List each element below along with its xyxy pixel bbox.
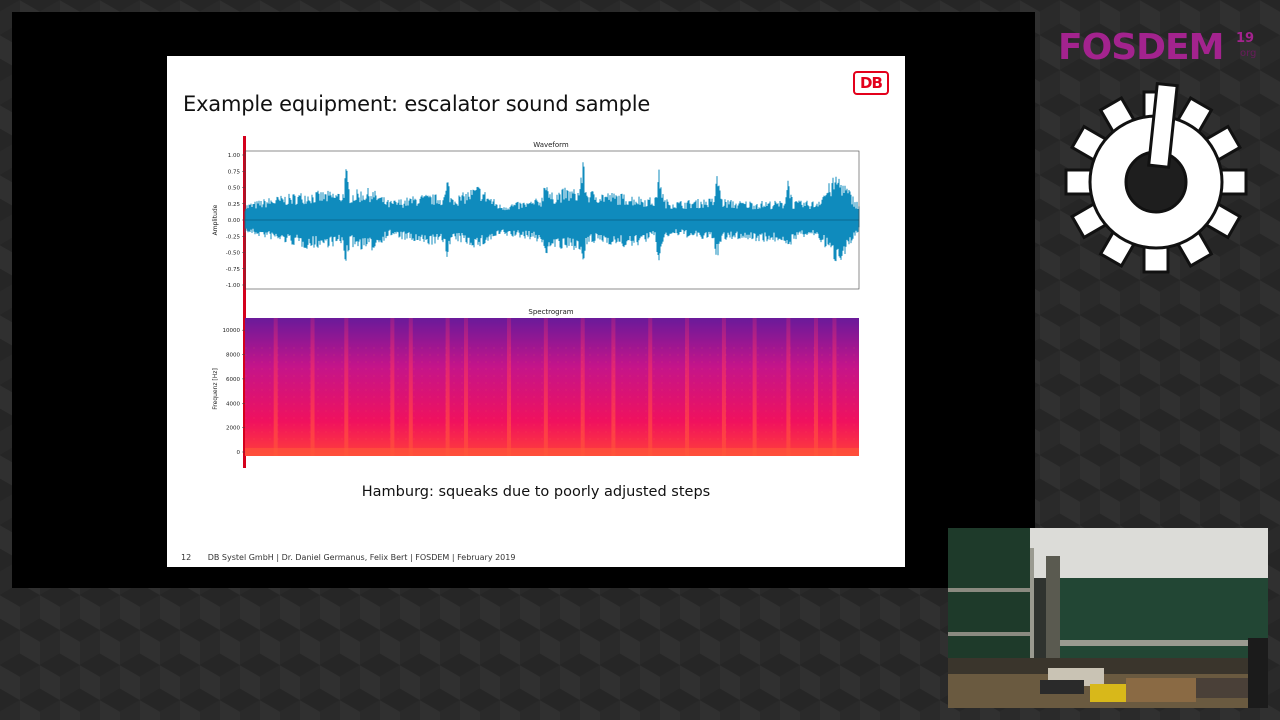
- spectrogram-streak: [611, 318, 616, 456]
- spectrogram-background: [245, 318, 859, 456]
- spectrogram-title: Spectrogram: [528, 308, 573, 316]
- fosdem-logo-text: FOSDEM: [1058, 27, 1224, 68]
- slide-footer-text: DB Systel GmbH | Dr. Daniel Germanus, Fe…: [207, 553, 516, 562]
- spectrogram-tick-label: 8000: [226, 353, 240, 359]
- spectrogram-streak: [310, 318, 315, 456]
- waveform-tick-label: 0.00: [228, 218, 241, 224]
- spectrogram-streak: [580, 318, 585, 456]
- fosdem-logo-tld: org: [1240, 48, 1257, 59]
- waveform-series: [244, 162, 860, 262]
- spectrogram-tick-label: 2000: [226, 426, 240, 432]
- spectrogram-streak: [832, 318, 837, 456]
- waveform-tick-label: -0.50: [226, 251, 241, 257]
- spectrogram-tick-label: 6000: [226, 377, 240, 383]
- spectrogram-streak: [344, 318, 349, 456]
- slide-footer: 12 DB Systel GmbH | Dr. Daniel Germanus,…: [181, 553, 515, 562]
- spectrogram-streak: [752, 318, 757, 456]
- presentation-slide: Example equipment: escalator sound sampl…: [167, 56, 905, 567]
- spectrogram-y-ticks: 0 2000 4000 6000 8000 10000: [223, 328, 245, 456]
- spectrogram-streak: [273, 318, 278, 456]
- waveform-tick-label: 1.00: [228, 153, 241, 159]
- db-logo: DB: [853, 71, 889, 95]
- waveform-tick-label: 0.25: [228, 202, 241, 208]
- spectrogram-tick-label: 10000: [223, 328, 241, 334]
- spectrogram-streak: [543, 318, 548, 456]
- fosdem-logo: FOSDEM 19 org: [1058, 27, 1256, 68]
- spectrogram-streak: [814, 318, 819, 456]
- waveform-tick-label: -1.00: [226, 283, 241, 289]
- waveform-tick-label: -0.25: [226, 234, 241, 240]
- waveform-ylabel: Amplitude: [212, 204, 219, 235]
- fosdem-logo-year: 19: [1236, 31, 1255, 46]
- spectrogram-streak: [786, 318, 791, 456]
- camera-image: [948, 528, 1268, 708]
- spectrogram-streak: [464, 318, 469, 456]
- slide-caption: Hamburg: squeaks due to poorly adjusted …: [361, 484, 711, 500]
- spectrogram-streak: [390, 318, 395, 456]
- audio-figure: Waveform Amplitude 1.00 0.75 0.50 0.25 0.00 -…: [207, 136, 867, 471]
- spectrogram-streak: [445, 318, 450, 456]
- waveform-plot: [244, 162, 860, 262]
- speaker-camera-feed: [948, 528, 1268, 708]
- video-frame: Example equipment: escalator sound sampl…: [12, 12, 1035, 588]
- spectrogram-tick-label: 4000: [226, 401, 240, 407]
- spectrogram-streak: [507, 318, 512, 456]
- audio-figure-svg: Waveform Amplitude 1.00 0.75 0.50 0.25 0.00 -…: [212, 136, 860, 468]
- spectrogram-ylabel: Frequenz [Hz]: [212, 368, 219, 410]
- spectrogram-streak: [685, 318, 690, 456]
- slide-title: Example equipment: escalator sound sampl…: [183, 92, 651, 116]
- waveform-tick-label: 0.50: [228, 186, 241, 192]
- waveform-title: Waveform: [533, 141, 569, 149]
- spectrogram-streak: [648, 318, 653, 456]
- fosdem-gear-icon: [1064, 81, 1248, 274]
- db-logo-text: DB: [860, 74, 883, 92]
- spectrogram-streak: [408, 318, 413, 456]
- waveform-y-ticks: 1.00 0.75 0.50 0.25 0.00 -0.25 -0.50 -0.75 -1.00: [226, 153, 245, 289]
- spectrogram-low-band: [245, 448, 859, 456]
- waveform-tick-label: 0.75: [228, 169, 241, 175]
- spectrogram-streak: [721, 318, 726, 456]
- slide-page-number: 12: [181, 553, 192, 562]
- waveform-tick-label: -0.75: [226, 267, 241, 273]
- spectrogram-tick-label: 0: [237, 450, 241, 456]
